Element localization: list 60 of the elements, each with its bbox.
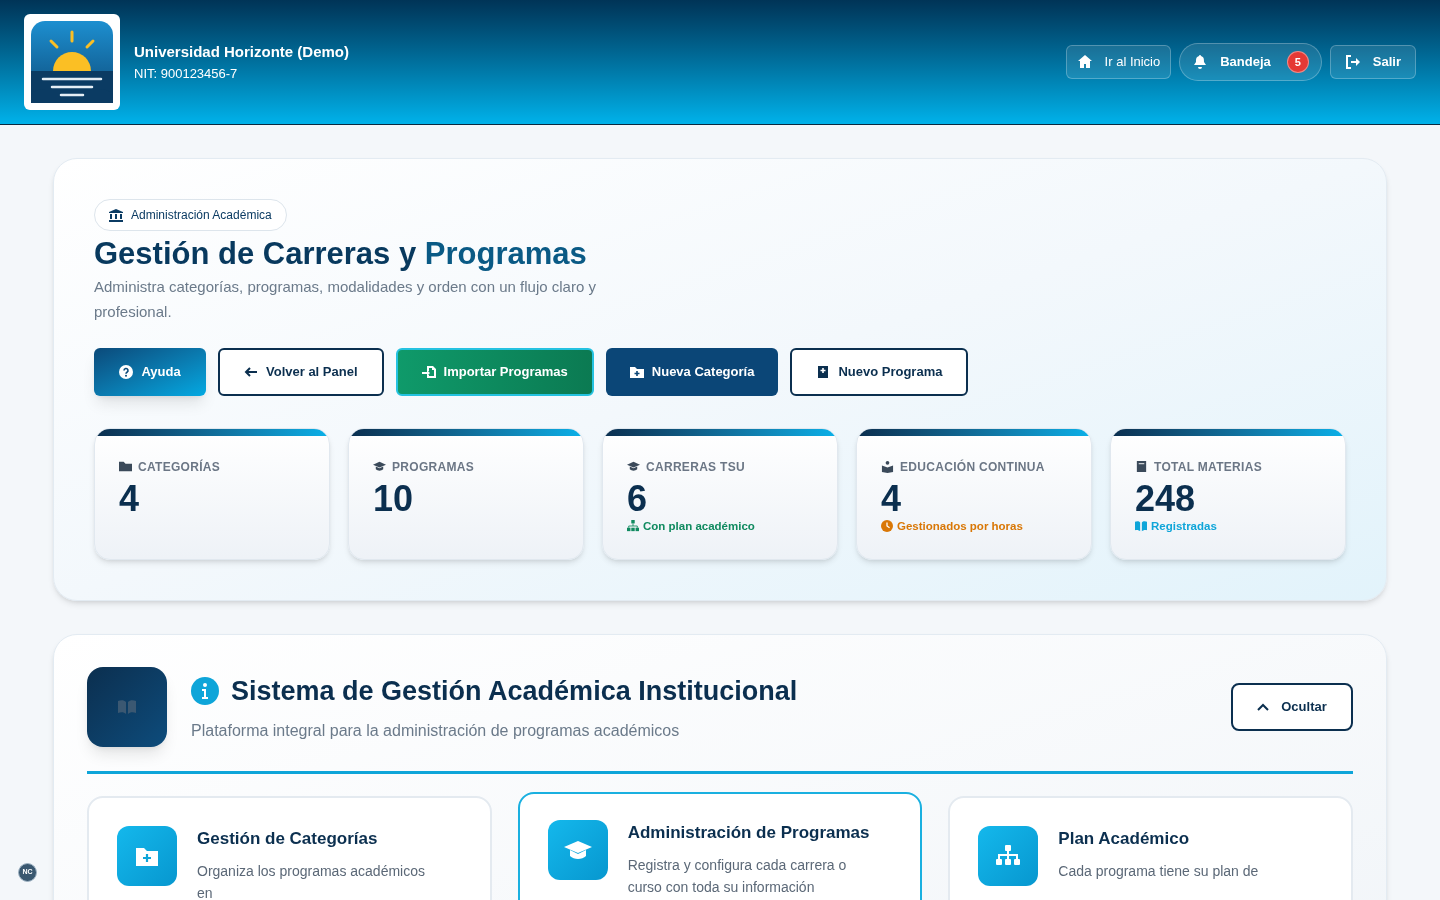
help-button[interactable]: Ayuda bbox=[94, 347, 206, 396]
feature-title: Administración de Programas bbox=[627, 822, 870, 844]
book-icon bbox=[1135, 460, 1148, 474]
chevron-up-icon bbox=[1257, 703, 1270, 711]
inbox-button[interactable]: Bandeja 5 bbox=[1179, 43, 1322, 81]
section-title: Sistema de Gestión Académica Institucional bbox=[231, 674, 798, 708]
home-icon bbox=[1076, 54, 1093, 70]
clock-icon bbox=[881, 520, 893, 533]
home-button[interactable]: Ir al Inicio bbox=[1065, 45, 1172, 79]
graduation-cap-icon bbox=[627, 460, 640, 474]
book-plus-icon bbox=[816, 364, 831, 379]
bell-icon bbox=[1192, 54, 1209, 70]
folder-icon bbox=[119, 460, 132, 474]
stat-value: 4 bbox=[119, 476, 141, 521]
stat-note: Gestionados por horas bbox=[897, 518, 1023, 534]
logout-button[interactable]: Salir bbox=[1329, 45, 1416, 79]
feature-card[interactable]: Administración de Programas Registra y configura cada carrera o curso con toda su información bbox=[517, 792, 923, 900]
folder-plus-icon bbox=[629, 364, 644, 379]
organization-name: Universidad Horizonte (Demo) bbox=[134, 42, 350, 62]
feature-description: Cada programa tiene su plan de bbox=[1058, 861, 1260, 881]
file-import-icon bbox=[421, 364, 436, 379]
sunrise-logo-icon bbox=[31, 21, 113, 103]
action-button[interactable]: Importar Programas bbox=[395, 347, 594, 396]
feature-card[interactable]: Gestión de Categorías Organiza los programas académicos en bbox=[87, 796, 492, 900]
logout-icon bbox=[1344, 54, 1361, 70]
stat-value: 248 bbox=[1135, 476, 1197, 521]
action-button[interactable]: Volver al Panel bbox=[218, 347, 384, 396]
section-subtitle: Plataforma integral para la administración de programas académicos bbox=[191, 721, 681, 742]
organization-id: NIT: 900123456-7 bbox=[134, 64, 239, 83]
feature-card[interactable]: Plan Académico Cada programa tiene su plan de bbox=[948, 796, 1353, 900]
arrow-left-icon bbox=[244, 364, 258, 379]
stat-label: EDUCACIÓN CONTINUA bbox=[900, 458, 1045, 476]
page-subtitle: Administra categorías, programas, modalidades y orden con un flujo claro y profesional. bbox=[94, 276, 597, 322]
page-title: Gestión de Carreras y Programas bbox=[94, 235, 588, 273]
graduation-cap-icon bbox=[373, 460, 386, 474]
stat-value: 10 bbox=[373, 476, 415, 521]
open-book-icon bbox=[1135, 520, 1147, 533]
action-button[interactable]: Nuevo Programa bbox=[790, 347, 969, 396]
stat-label: TOTAL MATERIAS bbox=[1154, 458, 1262, 476]
person-book-icon bbox=[881, 460, 894, 474]
section-badge: Administración Académica bbox=[94, 199, 287, 231]
action-button[interactable]: Nueva Categoría bbox=[605, 347, 779, 396]
book-icon bbox=[117, 699, 137, 715]
stat-label: CARRERAS TSU bbox=[646, 458, 745, 476]
info-icon bbox=[191, 677, 219, 705]
sitemap-icon bbox=[627, 520, 639, 533]
stat-note: Registradas bbox=[1151, 518, 1217, 534]
help-icon bbox=[119, 364, 134, 379]
feature-description: Registra y configura cada carrera o curso con toda su información bbox=[627, 855, 848, 897]
stat-note: Con plan académico bbox=[643, 518, 755, 534]
stat-value: 6 bbox=[627, 476, 649, 521]
stat-label: CATEGORÍAS bbox=[138, 458, 221, 476]
stat-value: 4 bbox=[881, 476, 903, 521]
feature-description: Organiza los programas académicos en bbox=[197, 861, 426, 900]
bank-icon bbox=[109, 208, 123, 222]
count-badge: 5 bbox=[1286, 51, 1309, 73]
feature-title: Gestión de Categorías bbox=[197, 828, 379, 850]
stat-label: PROGRAMAS bbox=[392, 458, 475, 476]
feature-title: Plan Académico bbox=[1058, 828, 1191, 850]
hide-button[interactable]: Ocultar bbox=[1231, 683, 1353, 731]
